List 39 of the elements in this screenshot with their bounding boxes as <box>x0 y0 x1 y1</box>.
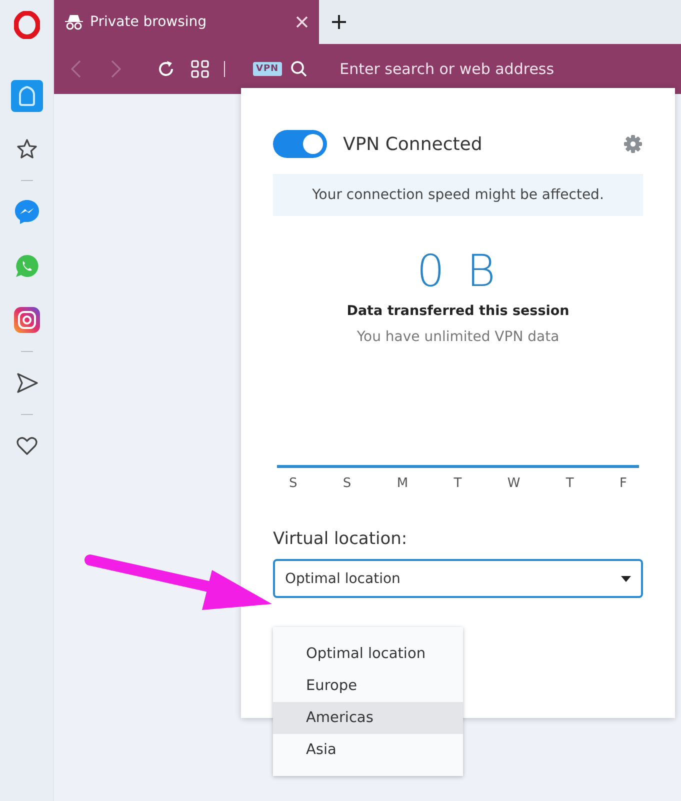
messenger-icon <box>12 198 40 226</box>
location-option[interactable]: Optimal location <box>273 638 463 670</box>
new-tab-icon[interactable] <box>331 14 347 30</box>
day-label: M <box>396 476 408 491</box>
location-option[interactable]: Americas <box>273 702 463 734</box>
data-amount: 0 B <box>416 246 500 297</box>
send-icon <box>14 372 38 394</box>
star-icon <box>14 137 38 161</box>
address-field[interactable]: Enter search or web address <box>338 59 622 79</box>
day-label: T <box>454 476 462 491</box>
browser-tab[interactable]: Private browsing <box>54 0 319 44</box>
day-label: F <box>619 476 627 491</box>
incognito-icon <box>64 14 84 30</box>
heart-icon <box>16 436 38 456</box>
vpn-toggle[interactable] <box>273 130 327 158</box>
location-label: Virtual location: <box>273 529 408 549</box>
instagram-icon <box>12 306 40 334</box>
location-option[interactable]: Asia <box>273 734 463 766</box>
home-icon <box>16 85 36 107</box>
location-select[interactable]: Optimal location <box>273 559 643 598</box>
reload-icon[interactable] <box>156 59 176 79</box>
location-option[interactable]: Europe <box>273 670 463 702</box>
speed-notice: Your connection speed might be affected. <box>273 174 643 216</box>
day-label: W <box>507 476 520 491</box>
day-label: S <box>342 476 352 491</box>
close-icon[interactable] <box>295 15 309 29</box>
vpn-status: VPN Connected <box>343 134 484 154</box>
day-label: S <box>289 476 298 491</box>
browser-logo[interactable] <box>14 11 40 39</box>
settings-icon[interactable] <box>623 134 643 154</box>
search-icon <box>290 60 308 78</box>
tab-title: Private browsing <box>90 14 208 30</box>
data-label: Data transferred this session <box>346 303 570 319</box>
data-note: You have unlimited VPN data <box>356 329 560 345</box>
caret-icon <box>621 576 631 582</box>
whatsapp-icon <box>14 253 40 279</box>
vpn-badge[interactable]: VPN <box>253 62 282 76</box>
day-label: T <box>566 476 574 491</box>
grid-icon[interactable] <box>190 59 210 79</box>
